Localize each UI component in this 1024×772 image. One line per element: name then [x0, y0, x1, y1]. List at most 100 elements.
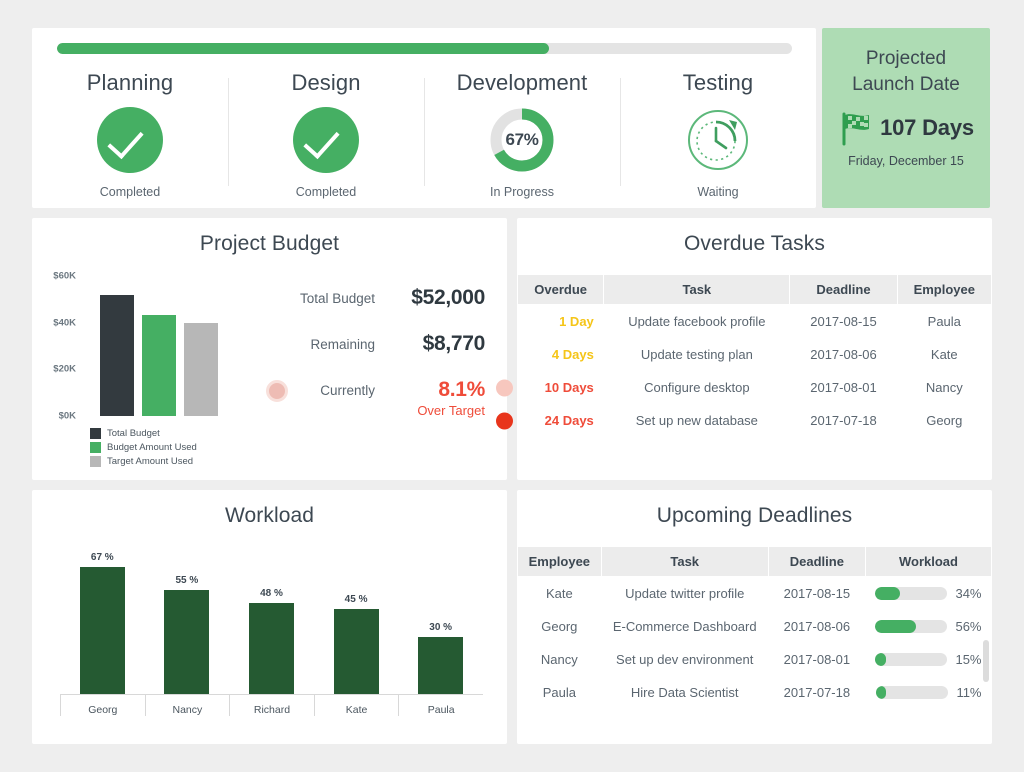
column-header[interactable]: Employee — [897, 275, 991, 305]
project-budget-panel: Project Budget $0K$20K$40K$60K Total Bud… — [32, 218, 507, 480]
table-row[interactable]: 10 DaysConfigure desktop2017-08-01Nancy — [518, 371, 992, 404]
phase-testing[interactable]: Testing Waiting — [620, 70, 816, 198]
deadline-cell: 2017-07-18 — [790, 404, 897, 437]
workload-x-axis: GeorgNancyRichardKatePaula — [60, 694, 483, 716]
column-header[interactable]: Overdue — [518, 275, 604, 305]
projected-launch-date-card: Projected Launch Date — [822, 28, 990, 208]
phase-planning[interactable]: Planning Completed — [32, 70, 228, 198]
column-header[interactable]: Deadline — [790, 275, 897, 305]
table-header-row: EmployeeTaskDeadlineWorkload — [518, 547, 992, 577]
workload-x-tick: Richard — [229, 695, 314, 716]
task-cell: Update testing plan — [604, 338, 790, 371]
budget-stat-value: 8.1% — [389, 378, 485, 402]
deadline-cell: 2017-07-18 — [768, 676, 865, 709]
column-header[interactable]: Employee — [518, 547, 602, 577]
workload-column[interactable]: 45 % — [314, 552, 399, 694]
phase-status: Completed — [100, 185, 160, 199]
deadline-cell: 2017-08-15 — [790, 305, 897, 339]
phase-title: Design — [291, 70, 360, 96]
workload-bar — [334, 609, 379, 694]
upcoming-deadlines-table: EmployeeTaskDeadlineWorkload KateUpdate … — [517, 546, 992, 709]
column-header[interactable]: Task — [604, 275, 790, 305]
donut-progress-icon: 67% — [489, 107, 555, 173]
workload-percent-label: 56% — [955, 619, 981, 634]
budget-bar[interactable] — [142, 315, 176, 416]
overdue-days-cell: 10 Days — [518, 371, 604, 404]
workload-column[interactable]: 55 % — [145, 552, 230, 694]
budget-y-tick: $60K — [53, 271, 76, 282]
task-cell: Update twitter profile — [601, 577, 768, 611]
overall-progress-bar — [57, 43, 792, 54]
severity-dot-icon — [496, 412, 513, 429]
clock-history-icon — [685, 107, 751, 173]
launch-title-line1: Projected — [866, 48, 946, 69]
workload-x-tick: Georg — [60, 695, 145, 716]
workload-percent-label: 15% — [955, 652, 981, 667]
phase-design[interactable]: Design Completed — [228, 70, 424, 198]
legend-swatch — [90, 456, 101, 467]
workload-bar-value: 48 % — [260, 588, 283, 599]
phase-list: Planning Completed Design Completed Deve… — [32, 70, 816, 198]
employee-cell: Kate — [897, 338, 991, 371]
table-header-row: OverdueTaskDeadlineEmployee — [518, 275, 992, 305]
overdue-days-cell: 4 Days — [518, 338, 604, 371]
workload-bar-value: 30 % — [429, 622, 452, 633]
employee-cell: Paula — [897, 305, 991, 339]
checkered-flag-icon — [838, 110, 878, 146]
workload-column[interactable]: 67 % — [60, 552, 145, 694]
task-cell: E-Commerce Dashboard — [601, 610, 768, 643]
deadlines-scrollbar[interactable] — [983, 640, 989, 682]
legend-item: Total Budget — [90, 428, 268, 439]
workload-column[interactable]: 30 % — [398, 552, 483, 694]
workload-bar — [249, 603, 294, 694]
table-row[interactable]: 4 DaysUpdate testing plan2017-08-06Kate — [518, 338, 992, 371]
budget-stat-value: $52,000 — [389, 286, 485, 310]
phase-title: Testing — [683, 70, 753, 96]
phase-status: Completed — [296, 185, 356, 199]
task-cell: Set up new database — [604, 404, 790, 437]
overdue-days-cell: 24 Days — [518, 404, 604, 437]
legend-label: Total Budget — [107, 428, 160, 439]
table-row[interactable]: NancySet up dev environment2017-08-0115% — [518, 643, 992, 676]
launch-title: Projected Launch Date — [852, 46, 960, 98]
task-cell: Update facebook profile — [604, 305, 790, 339]
column-header[interactable]: Deadline — [768, 547, 865, 577]
budget-bar[interactable] — [100, 295, 134, 416]
employee-cell: Kate — [518, 577, 602, 611]
table-row[interactable]: KateUpdate twitter profile2017-08-1534% — [518, 577, 992, 611]
workload-column[interactable]: 48 % — [229, 552, 314, 694]
workload-percent-label: 11% — [956, 685, 982, 700]
workload-x-tick: Kate — [314, 695, 399, 716]
task-cell: Hire Data Scientist — [601, 676, 768, 709]
budget-stat-row: Currently8.1%Over Target — [274, 378, 485, 418]
workload-bar — [418, 637, 463, 694]
table-row[interactable]: 1 DayUpdate facebook profile2017-08-15Pa… — [518, 305, 992, 339]
phase-status: In Progress — [490, 185, 554, 199]
project-milestones-card: Planning Completed Design Completed Deve… — [32, 28, 816, 208]
table-row[interactable]: PaulaHire Data Scientist2017-07-1811% — [518, 676, 992, 709]
workload-progress-bar — [875, 620, 947, 633]
task-cell: Set up dev environment — [601, 643, 768, 676]
workload-percent-label: 34% — [955, 586, 981, 601]
workload-cell: 11% — [865, 676, 991, 709]
workload-bar-value: 45 % — [345, 594, 368, 605]
budget-stat-value: $8,770 — [389, 332, 485, 356]
column-header[interactable]: Task — [601, 547, 768, 577]
phase-development[interactable]: Development 67% In Progress — [424, 70, 620, 198]
table-row[interactable]: GeorgE-Commerce Dashboard2017-08-0656% — [518, 610, 992, 643]
workload-progress-fill — [875, 653, 886, 666]
phase-title: Development — [457, 70, 588, 96]
column-header[interactable]: Workload — [865, 547, 991, 577]
workload-bar-value: 67 % — [91, 552, 114, 563]
table-row[interactable]: 24 DaysSet up new database2017-07-18Geor… — [518, 404, 992, 437]
workload-progress-bar — [876, 686, 948, 699]
legend-label: Budget Amount Used — [107, 442, 197, 453]
workload-cell: 56% — [865, 610, 991, 643]
budget-bar[interactable] — [184, 323, 218, 416]
task-cell: Configure desktop — [604, 371, 790, 404]
legend-label: Target Amount Used — [107, 456, 193, 467]
budget-stat-row: Remaining$8,770 — [274, 332, 485, 356]
deadline-cell: 2017-08-06 — [768, 610, 865, 643]
panel-title-project-budget: Project Budget — [32, 232, 507, 256]
phase-title: Planning — [87, 70, 173, 96]
